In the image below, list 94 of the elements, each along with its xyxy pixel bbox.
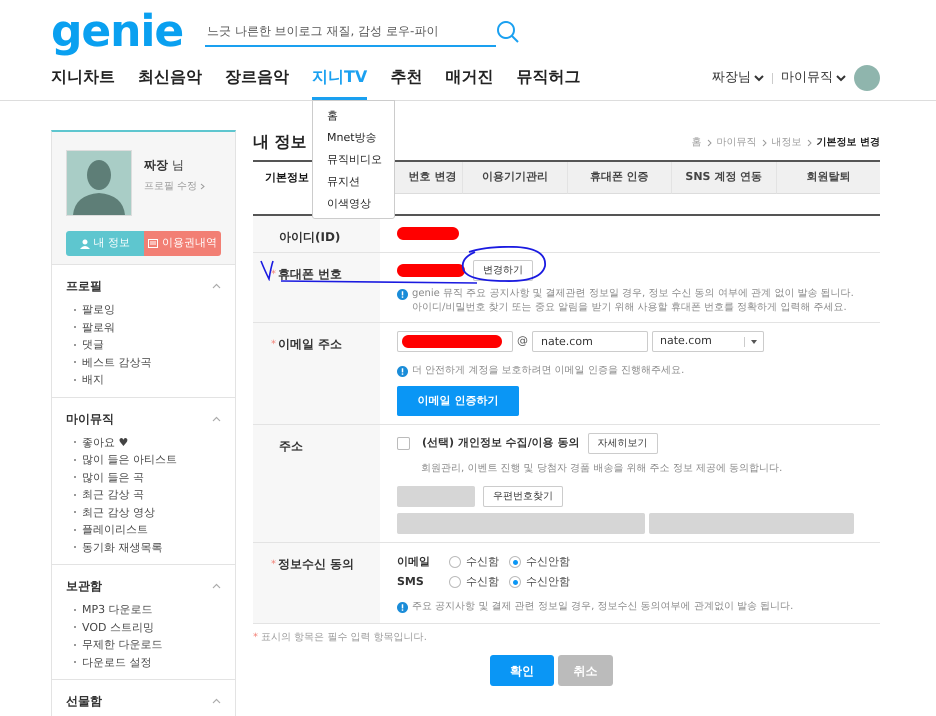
section-title[interactable]: 보관함 — [66, 577, 102, 595]
sidebar-link[interactable]: 플레이리스트 — [66, 521, 221, 538]
required-mark: * — [271, 338, 276, 352]
channel-label: SMS — [397, 574, 425, 590]
required-note: 표시의 항목은 필수 입력 항목입니다. — [261, 631, 427, 645]
sidebar-link[interactable]: 동기화 재생목록 — [66, 538, 221, 556]
dropdown-item[interactable]: 이색영상 — [327, 195, 394, 212]
nav-tab[interactable]: 최신음악 — [138, 56, 202, 100]
info-icon — [397, 366, 408, 377]
chevron-right-icon — [806, 138, 812, 146]
change-button[interactable]: 변경하기 — [473, 260, 533, 281]
chevron-up-icon — [212, 416, 221, 422]
info-icon — [397, 289, 408, 300]
person-icon — [80, 238, 90, 248]
section-title[interactable]: 마이뮤직 — [66, 410, 114, 428]
search-field[interactable]: 느긋 나른한 브이로그 재질, 감성 로우-파이 — [205, 17, 496, 47]
channel-label: 이메일 — [397, 554, 431, 570]
breadcrumb-link[interactable]: 기본정보 변경 — [816, 135, 880, 150]
section-title[interactable]: 프로필 — [66, 277, 102, 295]
sidebar-link[interactable]: 베스트 감상곡 — [66, 354, 221, 371]
hint-text: genie 뮤직 주요 공지사항 및 결제관련 정보일 경우, 정보 수신 동의 여부에 관계 없이 발송 됩니다. — [412, 287, 854, 301]
radio-label: 수신함 — [466, 574, 499, 590]
dropdown-item[interactable]: 홈 — [327, 107, 394, 124]
hint-text: 더 안전하게 계정을 보호하려면 이메일 인증을 진행해주세요. — [412, 364, 684, 378]
sidebar-link[interactable]: 팔로잉 — [66, 301, 221, 318]
radio-label: 수신함 — [466, 554, 499, 570]
sidebar-link[interactable]: 팔로워 — [66, 318, 221, 336]
nav-tab[interactable]: 뮤직허그 — [516, 56, 580, 100]
tab[interactable]: 휴대폰 인증 — [566, 162, 671, 194]
radio-button[interactable] — [509, 556, 521, 568]
redaction-mark — [397, 264, 465, 277]
domain-select[interactable]: nate.com — [652, 331, 764, 352]
nav-tab[interactable]: 지니차트 — [51, 56, 115, 100]
sidebar-link[interactable]: VOD 스트리밍 — [66, 618, 221, 636]
required-mark: * — [271, 558, 276, 572]
section-title[interactable]: 선물함 — [66, 692, 102, 710]
search-icon[interactable] — [496, 20, 520, 44]
email-input[interactable] — [397, 331, 513, 352]
address-detail-field[interactable] — [649, 513, 854, 534]
hint-text: 주요 공지사항 및 결제 관련 정보일 경우, 정보수신 동의여부에 관계없이 발송 됩니다. — [412, 600, 794, 614]
nav-tab[interactable]: 장르음악 — [225, 56, 289, 100]
field-label: 휴대폰 번호 — [278, 266, 342, 283]
consent-label: (선택) 개인정보 수집/이용 동의 — [422, 435, 580, 452]
list-icon — [148, 239, 158, 248]
page-title: 내 정보 — [253, 134, 307, 150]
user-menu-button[interactable]: 마이뮤직 — [781, 68, 846, 88]
sidebar-link[interactable]: 좋아요 ♥ — [66, 434, 221, 451]
address-field[interactable] — [397, 513, 645, 534]
hand-drawn-check-mark — [259, 259, 275, 281]
sidebar-link[interactable]: 댓글 — [66, 336, 221, 354]
sidebar-link[interactable]: 무제한 다운로드 — [66, 636, 221, 654]
tab[interactable]: 회원탈퇴 — [776, 162, 880, 194]
field-label: 주소 — [278, 438, 303, 455]
chevron-right-icon — [200, 183, 206, 190]
radio-label: 수신안함 — [526, 574, 570, 590]
info-icon — [397, 602, 408, 613]
person-silhouette-icon — [71, 157, 127, 215]
radio-button[interactable] — [449, 576, 461, 588]
domain-input[interactable]: nate.com — [532, 331, 648, 352]
tab[interactable]: SNS 계정 연동 — [671, 162, 776, 194]
user-menu-button[interactable]: 짜장님 — [712, 68, 764, 88]
hint-text: 아이디/비밀번호 찾기 또는 중요 알림을 받기 위해 사용할 휴대폰 번호를 정확하게 입력해 주세요. — [412, 301, 848, 315]
redaction-mark — [397, 227, 459, 240]
dropdown-arrow-icon — [751, 340, 757, 344]
field-label: 이메일 주소 — [278, 336, 342, 353]
dropdown-item[interactable]: Mnet방송 — [327, 129, 394, 146]
caret-icon — [836, 74, 846, 82]
at-sign: @ — [517, 333, 528, 350]
field-label: 아이디(ID) — [278, 229, 340, 246]
chevron-up-icon — [212, 583, 221, 589]
sidebar-link[interactable]: 최근 감상 영상 — [66, 504, 221, 521]
tab[interactable]: 이용기기관리 — [462, 162, 566, 194]
sidebar-link[interactable]: 많이 들은 아티스트 — [66, 451, 221, 468]
sidebar-link[interactable]: 다운로드 설정 — [66, 654, 221, 671]
nav-tab[interactable]: 추천 — [390, 56, 422, 100]
caret-icon — [754, 74, 764, 82]
nav-tab[interactable]: 매거진 — [445, 56, 494, 100]
sidebar-link[interactable]: 배지 — [66, 371, 221, 388]
required-mark: * — [271, 268, 276, 282]
hint-text: 회원관리, 이벤트 진행 및 당첨자 경품 배송을 위해 주소 정보 제공에 동의합니다. — [420, 462, 784, 476]
sidebar-link[interactable]: MP3 다운로드 — [66, 601, 221, 618]
chevron-right-icon — [706, 138, 712, 146]
field-label: 정보수신 동의 — [278, 556, 354, 573]
chevron-up-icon — [212, 698, 221, 704]
sidebar-link[interactable]: 많이 들은 곡 — [66, 468, 221, 486]
user-name: 짜장 님 — [144, 157, 185, 174]
radio-button[interactable] — [509, 576, 521, 588]
radio-label: 수신안함 — [526, 554, 570, 570]
sidebar-link[interactable]: 최근 감상 곡 — [66, 486, 221, 504]
avatar[interactable] — [854, 65, 880, 91]
radio-button[interactable] — [449, 556, 461, 568]
chevron-up-icon — [212, 283, 221, 289]
required-mark: * — [253, 631, 258, 645]
chevron-right-icon — [762, 138, 767, 146]
